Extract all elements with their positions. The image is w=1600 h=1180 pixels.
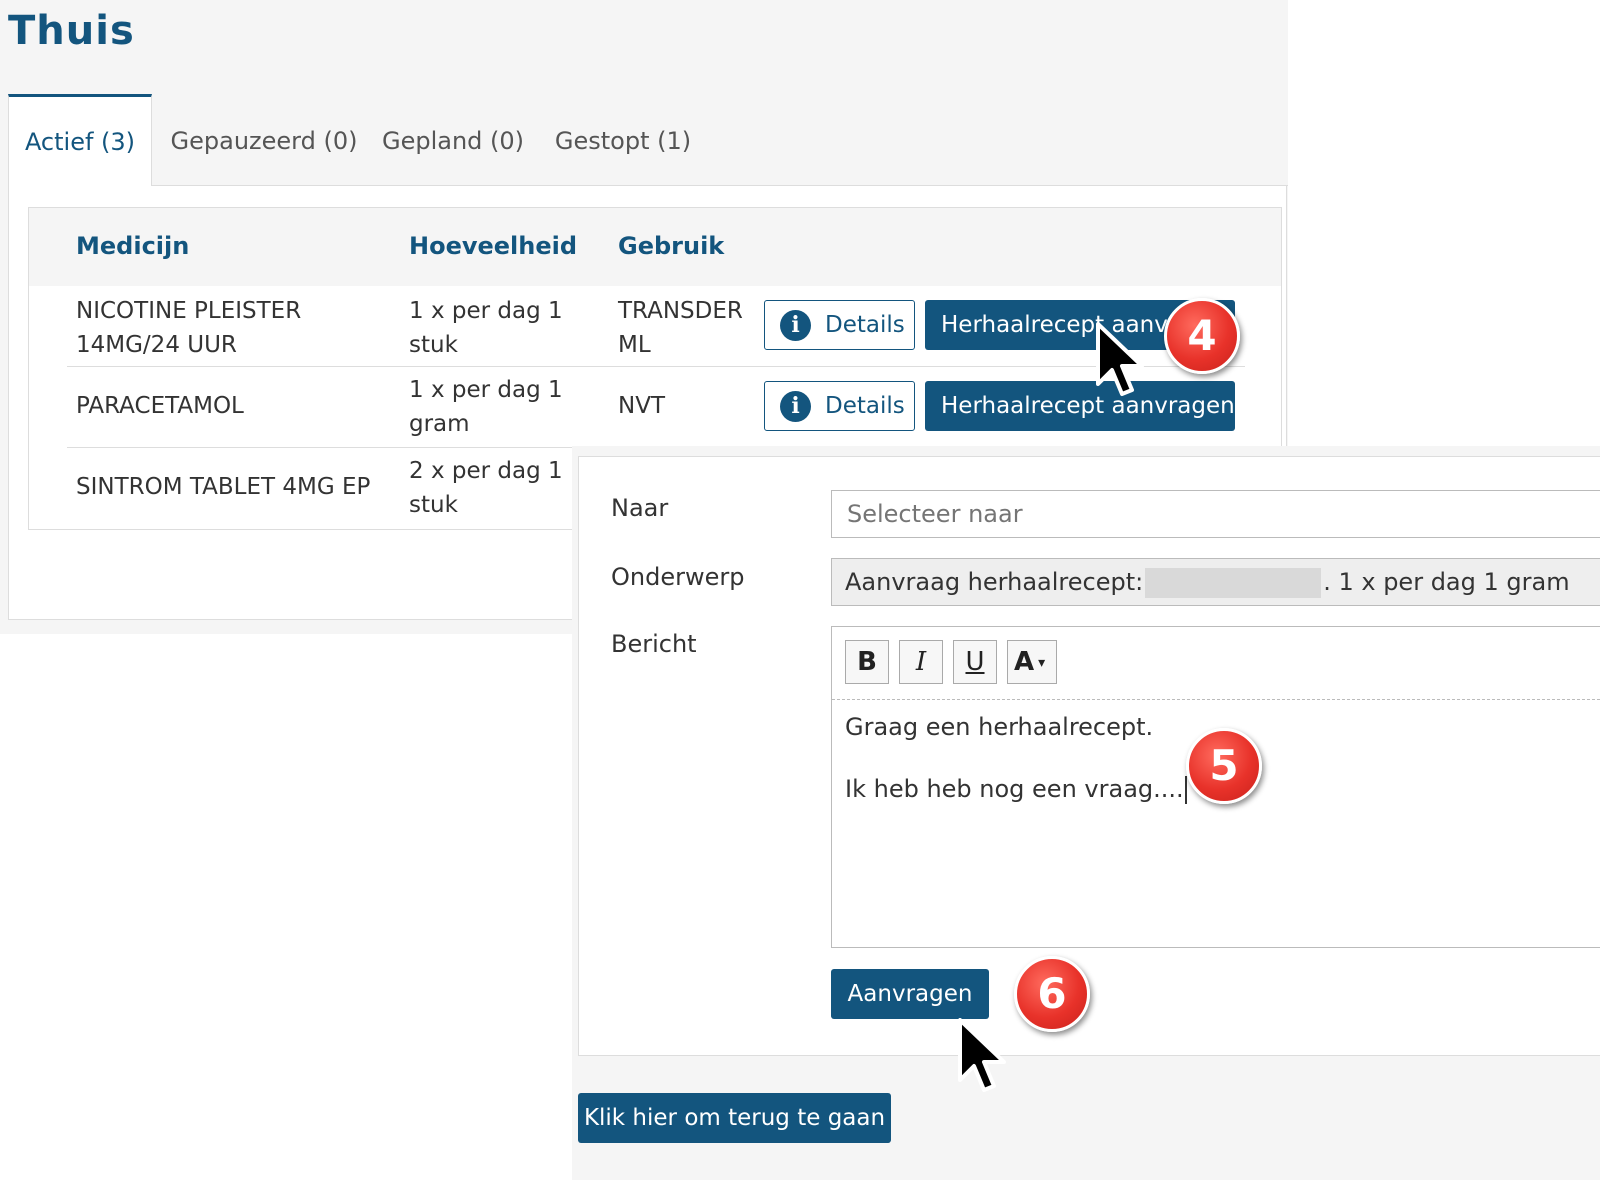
font-color-label: A — [1014, 647, 1035, 677]
mouse-pointer-icon — [958, 1018, 1006, 1092]
details-button[interactable]: i Details — [764, 300, 915, 350]
tab-gepauzeerd[interactable]: Gepauzeerd (0) — [166, 96, 362, 186]
cell-medicijn: SINTROM TABLET 4MG EP — [76, 474, 371, 500]
cell-gebruik: NVT — [618, 393, 665, 419]
underline-button[interactable]: U — [953, 640, 997, 684]
naar-input[interactable] — [845, 499, 1600, 529]
toolbar-divider — [832, 699, 1600, 700]
back-button[interactable]: Klik hier om terug te gaan — [578, 1093, 891, 1143]
tab-gepland[interactable]: Gepland (0) — [380, 96, 526, 186]
page-title: Thuis — [8, 8, 135, 54]
font-color-button[interactable]: A ▾ — [1007, 640, 1057, 684]
onderwerp-suffix: . 1 x per dag 1 gram — [1323, 568, 1570, 596]
naar-label: Naar — [611, 494, 669, 522]
tab-actief[interactable]: Actief (3) — [8, 94, 152, 188]
message-line-1: Graag een herhaalrecept. — [845, 713, 1154, 741]
step-badge-6: 6 — [1014, 956, 1090, 1032]
cell-medicijn: NICOTINE PLEISTER 14MG/24 UUR — [76, 298, 302, 358]
naar-select[interactable] — [831, 490, 1600, 538]
herhaalrecept-aanvragen-button[interactable]: Herhaalrecept aanvragen — [925, 381, 1235, 431]
message-line-2: Ik heb heb nog een vraag.... — [845, 775, 1184, 803]
aanvragen-button[interactable]: Aanvragen — [831, 969, 989, 1019]
step-badge-5: 5 — [1186, 728, 1262, 804]
onderwerp-label: Onderwerp — [611, 563, 745, 591]
bericht-label: Bericht — [611, 630, 697, 658]
column-header-hoeveelheid: Hoeveelheid — [409, 232, 578, 260]
details-button[interactable]: i Details — [764, 381, 915, 431]
tab-gestopt[interactable]: Gestopt (1) — [548, 96, 698, 186]
cell-hoeveelheid: 1 x per dag 1 gram — [409, 377, 563, 437]
column-header-gebruik: Gebruik — [618, 232, 725, 260]
cell-hoeveelheid: 2 x per dag 1 stuk — [409, 458, 563, 518]
text-caret — [1184, 776, 1187, 804]
cell-gebruik: TRANSDER ML — [618, 298, 743, 358]
onderwerp-field[interactable]: Aanvraag herhaalrecept: . 1 x per dag 1 g… — [831, 558, 1600, 606]
table-row: NICOTINE PLEISTER 14MG/24 UUR 1 x per da… — [29, 286, 1281, 366]
redacted-medicine-name — [1145, 568, 1322, 598]
step-badge-4: 4 — [1164, 298, 1240, 374]
cell-medicijn: PARACETAMOL — [76, 393, 244, 419]
bold-button[interactable]: B — [845, 640, 889, 684]
mouse-pointer-icon — [1096, 322, 1144, 396]
cell-hoeveelheid: 1 x per dag 1 stuk — [409, 298, 563, 358]
details-label: Details — [825, 312, 905, 338]
info-icon: i — [780, 310, 811, 341]
column-header-medicijn: Medicijn — [76, 232, 190, 260]
onderwerp-prefix: Aanvraag herhaalrecept: — [845, 568, 1144, 596]
table-row: PARACETAMOL 1 x per dag 1 gram NVT i Det… — [29, 367, 1281, 447]
table-header: Medicijn Hoeveelheid Gebruik — [29, 208, 1281, 286]
details-label: Details — [825, 393, 905, 419]
chevron-down-icon: ▾ — [1038, 654, 1046, 671]
message-line-2-wrap: Ik heb heb nog een vraag.... — [845, 775, 1187, 804]
info-icon: i — [780, 391, 811, 422]
italic-button[interactable]: I — [899, 640, 943, 684]
